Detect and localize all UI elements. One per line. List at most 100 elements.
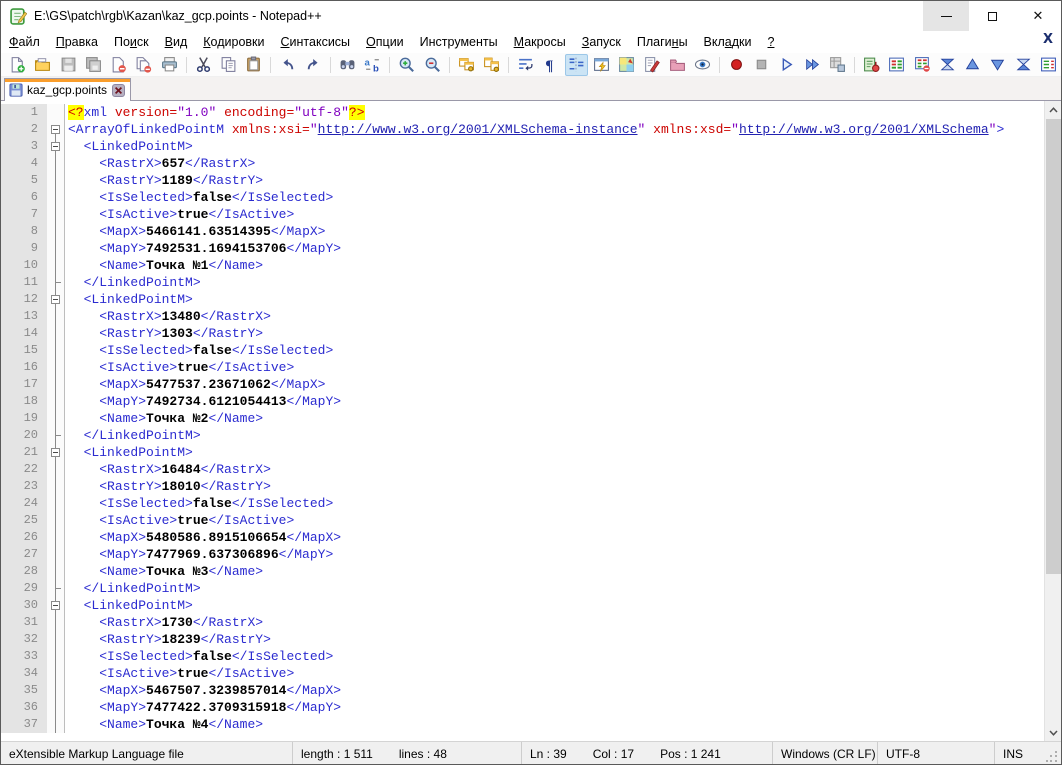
find-button[interactable] (336, 54, 359, 76)
code-line[interactable]: 22 <RastrX>16484</RastrX> (1, 461, 1044, 478)
menu-item[interactable]: Вид (157, 32, 196, 52)
code-line[interactable]: 23 <RastrY>18010</RastrY> (1, 478, 1044, 495)
code-line[interactable]: 18 <MapY>7492734.6121054413</MapY> (1, 393, 1044, 410)
zoom-out-button[interactable] (420, 54, 443, 76)
macro-run-multiple-button[interactable] (801, 54, 824, 76)
define-language-button[interactable] (590, 54, 613, 76)
code-line[interactable]: 21 <LinkedPointM> (1, 444, 1044, 461)
code-line[interactable]: 13 <RastrX>13480</RastrX> (1, 308, 1044, 325)
code-line[interactable]: 12 <LinkedPointM> (1, 291, 1044, 308)
code-line[interactable]: 14 <RastrY>1303</RastrY> (1, 325, 1044, 342)
code-line[interactable]: 11 </LinkedPointM> (1, 274, 1044, 291)
menu-item[interactable]: Файл (1, 32, 48, 52)
menu-item[interactable]: Поиск (106, 32, 157, 52)
goto-prev-diff-button[interactable] (961, 54, 984, 76)
menu-item[interactable]: Запуск (574, 32, 629, 52)
folder-as-workspace-button[interactable] (665, 54, 688, 76)
monitoring-button[interactable] (691, 54, 714, 76)
paste-button[interactable] (242, 54, 265, 76)
status-encoding[interactable]: UTF-8 (878, 742, 995, 765)
fold-collapse-box[interactable] (51, 125, 60, 134)
status-insert-mode[interactable]: INS (995, 742, 1048, 765)
code-line[interactable]: 31 <RastrX>1730</RastrX> (1, 614, 1044, 631)
tab-kaz-gcp-points[interactable]: kaz_gcp.points (4, 78, 131, 101)
macro-save-button[interactable] (826, 54, 849, 76)
scroll-down-arrow-icon[interactable] (1045, 724, 1061, 741)
menu-item[interactable]: Плагины (629, 32, 696, 52)
fold-collapse-box[interactable] (51, 448, 60, 457)
open-file-button[interactable] (31, 54, 54, 76)
scroll-up-arrow-icon[interactable] (1045, 101, 1061, 118)
tab-close-icon[interactable] (112, 84, 125, 97)
compare-clear-button[interactable] (910, 54, 933, 76)
fold-margin[interactable] (47, 597, 65, 614)
print-button[interactable] (157, 54, 180, 76)
scrollbar-thumb[interactable] (1046, 119, 1061, 574)
maximize-button[interactable] (969, 1, 1015, 31)
code-line[interactable]: 28 <Name>Точка №3</Name> (1, 563, 1044, 580)
goto-first-diff-button[interactable] (936, 54, 959, 76)
fold-margin[interactable] (47, 121, 65, 138)
code-line[interactable]: 24 <IsSelected>false</IsSelected> (1, 495, 1044, 512)
code-line[interactable]: 32 <RastrY>18239</RastrY> (1, 631, 1044, 648)
code-line[interactable]: 2<ArrayOfLinkedPointM xmlns:xsi="http://… (1, 121, 1044, 138)
code-line[interactable]: 27 <MapY>7477969.637306896</MapY> (1, 546, 1044, 563)
function-list-button[interactable] (640, 54, 663, 76)
save-button[interactable] (56, 54, 79, 76)
menu-item[interactable]: Правка (48, 32, 106, 52)
code-line[interactable]: 4 <RastrX>657</RastrX> (1, 155, 1044, 172)
menu-item[interactable]: Опции (358, 32, 412, 52)
copy-button[interactable] (217, 54, 240, 76)
menu-item[interactable]: Инструменты (412, 32, 506, 52)
code-line[interactable]: 15 <IsSelected>false</IsSelected> (1, 342, 1044, 359)
replace-button[interactable]: ab (361, 54, 384, 76)
code-line[interactable]: 16 <IsActive>true</IsActive> (1, 359, 1044, 376)
cut-button[interactable] (192, 54, 215, 76)
code-line[interactable]: 5 <RastrY>1189</RastrY> (1, 172, 1044, 189)
code-line[interactable]: 7 <IsActive>true</IsActive> (1, 206, 1044, 223)
fold-margin[interactable] (47, 291, 65, 308)
code-line[interactable]: 37 <Name>Точка №4</Name> (1, 716, 1044, 733)
document-map-button[interactable] (615, 54, 638, 76)
code-line[interactable]: 8 <MapX>5466141.63514395</MapX> (1, 223, 1044, 240)
code-line[interactable]: 30 <LinkedPointM> (1, 597, 1044, 614)
menu-item[interactable]: Кодировки (195, 32, 272, 52)
new-file-button[interactable] (6, 54, 29, 76)
code-line[interactable]: 1<?xml version="1.0" encoding="utf-8"?> (1, 104, 1044, 121)
minimize-button[interactable] (923, 1, 969, 31)
code-line[interactable]: 34 <IsActive>true</IsActive> (1, 665, 1044, 682)
code-line[interactable]: 19 <Name>Точка №2</Name> (1, 410, 1044, 427)
goto-last-diff-button[interactable] (1011, 54, 1034, 76)
zoom-in-button[interactable] (395, 54, 418, 76)
compare-set-first-button[interactable] (860, 54, 883, 76)
close-doc-button[interactable] (107, 54, 130, 76)
vertical-scrollbar[interactable] (1044, 101, 1061, 741)
resize-grip-icon[interactable] (1046, 751, 1059, 764)
code-line[interactable]: 26 <MapX>5480586.8915106654</MapX> (1, 529, 1044, 546)
code-line[interactable]: 20 </LinkedPointM> (1, 427, 1044, 444)
show-indent-guide-button[interactable] (565, 54, 588, 76)
status-eol-format[interactable]: Windows (CR LF) (773, 742, 878, 765)
code-line[interactable]: 29 </LinkedPointM> (1, 580, 1044, 597)
compare-button[interactable] (885, 54, 908, 76)
fold-collapse-box[interactable] (51, 601, 60, 610)
menu-item[interactable]: Вкладки (696, 32, 760, 52)
goto-next-diff-button[interactable] (986, 54, 1009, 76)
sync-vertical-scroll-button[interactable] (455, 54, 478, 76)
compare-options-button[interactable] (1037, 54, 1060, 76)
menu-item[interactable]: Макросы (506, 32, 574, 52)
code-line[interactable]: 9 <MapY>7492531.1694153706</MapY> (1, 240, 1044, 257)
save-all-button[interactable] (82, 54, 105, 76)
undo-button[interactable] (276, 54, 299, 76)
macro-stop-button[interactable] (750, 54, 773, 76)
code-line[interactable]: 17 <MapX>5477537.23671062</MapX> (1, 376, 1044, 393)
code-line[interactable]: 35 <MapX>5467507.3239857014</MapX> (1, 682, 1044, 699)
code-line[interactable]: 3 <LinkedPointM> (1, 138, 1044, 155)
fold-margin[interactable] (47, 138, 65, 155)
code-line[interactable]: 36 <MapY>7477422.3709315918</MapY> (1, 699, 1044, 716)
macro-play-button[interactable] (775, 54, 798, 76)
menu-item[interactable]: ? (760, 32, 783, 52)
code-area[interactable]: 1<?xml version="1.0" encoding="utf-8"?>2… (1, 104, 1044, 733)
editor-pane[interactable]: 1<?xml version="1.0" encoding="utf-8"?>2… (1, 101, 1061, 741)
code-line[interactable]: 25 <IsActive>true</IsActive> (1, 512, 1044, 529)
